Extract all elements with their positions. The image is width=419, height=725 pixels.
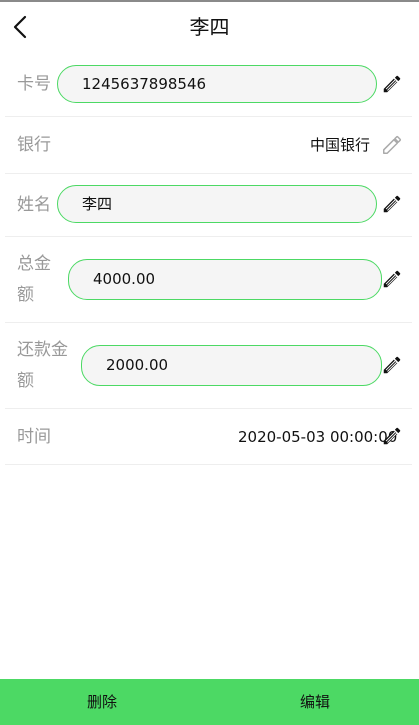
card-number-input[interactable]: 1245637898546 bbox=[57, 65, 377, 103]
card-number-row: 卡号 1245637898546 bbox=[5, 52, 412, 117]
edit-button[interactable]: 编辑 bbox=[255, 679, 375, 725]
name-label: 姓名 bbox=[17, 195, 51, 215]
total-amount-label-line1: 总金 bbox=[17, 254, 51, 274]
name-edit-button[interactable] bbox=[381, 193, 403, 215]
delete-button[interactable]: 删除 bbox=[42, 679, 162, 725]
name-input[interactable]: 李四 bbox=[57, 185, 377, 223]
total-amount-edit-button[interactable] bbox=[381, 268, 403, 290]
repaid-amount-label-line1: 还款金 bbox=[17, 340, 68, 360]
bank-label: 银行 bbox=[17, 135, 51, 155]
card-number-label: 卡号 bbox=[17, 74, 51, 94]
bank-edit-button[interactable] bbox=[381, 134, 403, 156]
bank-value: 中国银行 bbox=[310, 136, 371, 154]
pencil-icon bbox=[383, 195, 401, 213]
page-title: 李四 bbox=[189, 15, 230, 39]
total-amount-input[interactable]: 4000.00 bbox=[68, 259, 382, 300]
bank-row: 银行 中国银行 bbox=[5, 117, 412, 174]
pencil-icon bbox=[383, 427, 401, 445]
repaid-amount-row: 还款金 额 2000.00 bbox=[5, 323, 412, 409]
pencil-icon bbox=[383, 136, 401, 154]
time-label: 时间 bbox=[17, 427, 51, 447]
repaid-amount-label-line2: 额 bbox=[17, 371, 34, 391]
card-number-edit-button[interactable] bbox=[381, 73, 403, 95]
time-value: 2020-05-03 00:00:00 bbox=[238, 428, 398, 446]
time-edit-button[interactable] bbox=[381, 425, 403, 447]
header: 李四 bbox=[0, 2, 419, 52]
total-amount-row: 总金 额 4000.00 bbox=[5, 237, 412, 323]
pencil-icon bbox=[383, 270, 401, 288]
total-amount-label-line2: 额 bbox=[17, 285, 34, 305]
pencil-icon bbox=[383, 356, 401, 374]
bottom-action-bar: 删除 编辑 bbox=[0, 679, 419, 725]
name-row: 姓名 李四 bbox=[5, 174, 412, 237]
repaid-amount-input[interactable]: 2000.00 bbox=[81, 345, 382, 386]
pencil-icon bbox=[383, 75, 401, 93]
time-row: 时间 2020-05-03 00:00:00 bbox=[5, 409, 412, 465]
repaid-amount-edit-button[interactable] bbox=[381, 354, 403, 376]
